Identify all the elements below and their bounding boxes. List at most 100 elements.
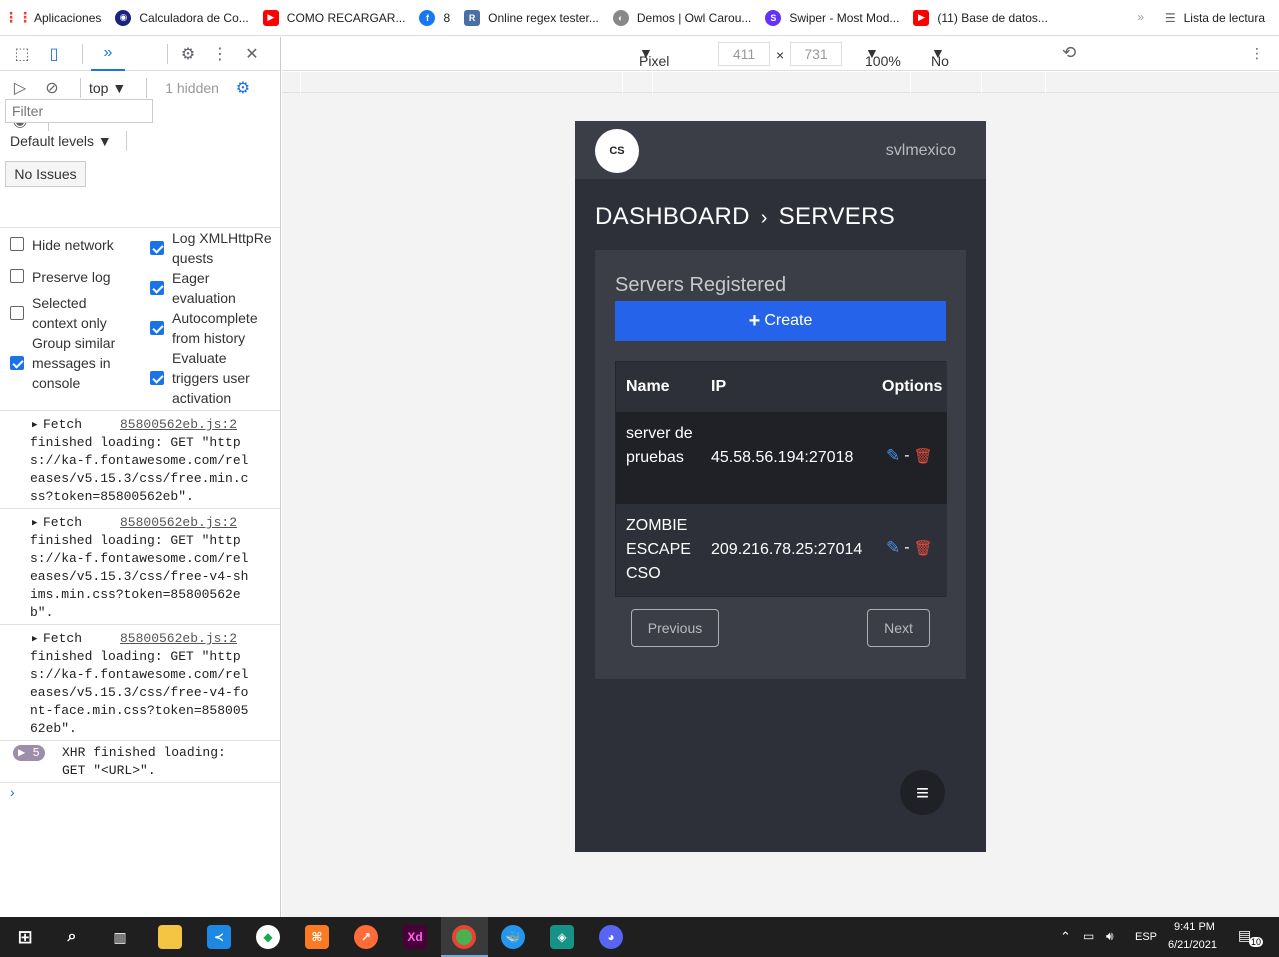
vscode-icon[interactable]: ≺ xyxy=(207,925,231,949)
width-input[interactable]: 411 xyxy=(718,42,770,66)
servers-card: Servers Registered + Create Name IP Opti… xyxy=(595,250,966,679)
zoom-select[interactable]: 100% ▼ xyxy=(865,45,901,69)
file-explorer-icon[interactable] xyxy=(158,925,182,949)
bookmark-youtube-db[interactable]: ▶ (11) Base de datos... xyxy=(913,9,1048,26)
selected-context-checkbox[interactable] xyxy=(10,306,24,320)
chevron-right-icon: › xyxy=(760,207,768,229)
xampp-icon[interactable]: ⌘ xyxy=(305,925,329,949)
docker-icon[interactable]: 🐳 xyxy=(501,925,525,949)
device-select[interactable]: Pixel 2 ▼ xyxy=(639,45,669,85)
evaluate-triggers-checkbox[interactable] xyxy=(150,371,164,385)
breadcrumb: DASHBOARD › SERVERS xyxy=(595,203,895,231)
console-settings-icon[interactable]: ⚙ xyxy=(231,76,255,100)
throttling-select[interactable]: No throttling ▼ xyxy=(931,45,985,85)
task-view-icon[interactable]: ▥ xyxy=(108,925,132,949)
network-icon[interactable]: ▭ xyxy=(1083,929,1094,943)
source-link[interactable]: 85800562eb.js:2 xyxy=(120,514,237,532)
log-levels-select[interactable]: Default levels ▼ xyxy=(10,133,112,149)
postman-icon[interactable]: ↗ xyxy=(354,925,378,949)
inspect-element-icon[interactable]: ⬚ xyxy=(10,42,34,66)
input-language[interactable]: ESP xyxy=(1135,931,1157,943)
search-icon[interactable]: ⌕ xyxy=(60,925,84,949)
menu-fab-hamburger-icon[interactable]: ≡ xyxy=(900,770,945,815)
divider xyxy=(126,131,127,151)
sidebar-toggle-icon[interactable]: ▷ xyxy=(8,76,32,100)
more-tabs-icon[interactable]: » xyxy=(91,37,125,71)
plus-icon: + xyxy=(748,309,761,332)
autocomplete-checkbox[interactable] xyxy=(150,321,164,335)
server-name: ZOMBIE ESCAPE CSO xyxy=(626,517,691,582)
log-text: finished loading: GET "https://ka-f.font… xyxy=(30,533,249,620)
group-similar-checkbox[interactable] xyxy=(10,356,24,370)
clock-date[interactable]: 6/21/2021 xyxy=(1168,939,1217,951)
regex-icon: R xyxy=(464,9,481,26)
trash-icon[interactable]: 🗑 xyxy=(914,447,933,465)
breadcrumb-dashboard[interactable]: DASHBOARD xyxy=(595,203,750,230)
kebab-menu-icon[interactable]: ⋮ xyxy=(208,42,232,66)
repeat-count-badge[interactable]: ▶ 5 xyxy=(13,745,45,761)
discord-icon[interactable]: ◕ xyxy=(599,925,623,949)
header-ip: IP xyxy=(711,378,727,395)
no-issues-button[interactable]: No Issues xyxy=(5,161,86,187)
log-xhr-checkbox[interactable] xyxy=(150,241,164,255)
previous-button[interactable]: Previous xyxy=(631,609,719,647)
console-prompt-icon[interactable]: › xyxy=(10,784,15,800)
header-name: Name xyxy=(626,378,670,395)
bookmark-swiper[interactable]: S Swiper - Most Mod... xyxy=(765,9,899,26)
header-options: Options xyxy=(882,378,943,395)
clock-time[interactable]: 9:41 PM xyxy=(1174,921,1215,933)
expand-triangle-icon[interactable]: ▶ xyxy=(32,514,37,532)
bookmark-apps[interactable]: ⋮⋮ Aplicaciones xyxy=(4,9,101,26)
rotate-icon[interactable]: ⟲ xyxy=(1062,43,1076,63)
hide-network-checkbox[interactable] xyxy=(10,237,24,251)
expand-triangle-icon[interactable]: ▶ xyxy=(32,630,37,648)
chrome-icon[interactable] xyxy=(452,925,476,949)
bookmark-youtube-recargar[interactable]: ▶ COMO RECARGAR... xyxy=(262,9,405,26)
device-toolbar-icon[interactable]: ▯ xyxy=(42,42,66,66)
create-button[interactable]: + Create xyxy=(615,301,946,341)
calculator-site-icon: ◉ xyxy=(115,9,132,26)
reading-list[interactable]: ☰ Lista de lectura xyxy=(1165,0,1265,36)
next-button[interactable]: Next xyxy=(867,609,930,647)
youtube-icon: ▶ xyxy=(262,9,279,26)
source-link[interactable]: 85800562eb.js:2 xyxy=(120,416,237,434)
windows-start-icon[interactable]: ⊞ xyxy=(13,925,37,949)
username[interactable]: svlmexico xyxy=(886,142,956,160)
clear-console-icon[interactable]: ⊘ xyxy=(40,76,64,100)
close-icon[interactable]: ✕ xyxy=(240,42,264,66)
expand-triangle-icon[interactable]: ▶ xyxy=(32,416,37,434)
preserve-log-label: Preserve log xyxy=(32,269,111,285)
facebook-icon: f xyxy=(419,9,436,26)
row-actions: ✎ - 🗑 xyxy=(886,446,933,466)
selected-context-label: Selected context only xyxy=(32,295,107,331)
trash-icon[interactable]: 🗑 xyxy=(914,539,933,557)
edit-icon[interactable]: ✎ xyxy=(886,538,900,558)
bookmark-calculator[interactable]: ◉ Calculadora de Co... xyxy=(115,9,249,26)
height-input[interactable]: 731 xyxy=(790,42,842,66)
cs-logo-icon[interactable]: CS xyxy=(595,129,639,173)
context-select[interactable]: top ▼ xyxy=(89,80,126,96)
adobe-xd-icon[interactable]: Xd xyxy=(403,925,427,949)
console-filter-input[interactable] xyxy=(5,99,153,123)
bookmark-regex[interactable]: R Online regex tester... xyxy=(464,9,599,26)
table-row: server de pruebas 45.58.56.194:27018 ✎ - 🗑 xyxy=(616,412,947,504)
edit-icon[interactable]: ✎ xyxy=(886,446,900,466)
separator: - xyxy=(904,539,910,556)
preserve-log-checkbox[interactable] xyxy=(10,269,24,283)
log-text: finished loading: GET "https://ka-f.font… xyxy=(30,649,249,736)
windows-taskbar: ⊞ ⌕ ▥ ≺ ◆ ⌘ ↗ Xd 🐳 ◈ ◕ ⌃ ▭ 🔊︎ ESP 9:41 P… xyxy=(0,917,1279,957)
bookmark-owl[interactable]: ◐ Demos | Owl Carou... xyxy=(612,9,751,26)
source-link[interactable]: 85800562eb.js:2 xyxy=(120,630,237,648)
gitkraken-icon[interactable]: ◈ xyxy=(550,925,574,949)
bookmark-facebook[interactable]: f 8 xyxy=(419,9,450,26)
eager-eval-checkbox[interactable] xyxy=(150,281,164,295)
kebab-menu-icon[interactable]: ⋮ xyxy=(1250,45,1264,62)
chevron-up-icon[interactable]: ⌃ xyxy=(1060,929,1071,945)
mongodb-compass-icon[interactable]: ◆ xyxy=(256,925,280,949)
more-bookmarks-button[interactable]: » xyxy=(1137,10,1144,24)
settings-gear-icon[interactable]: ⚙ xyxy=(176,42,200,66)
table-row: ZOMBIE ESCAPE CSO 209.216.78.25:27014 ✎ -… xyxy=(616,504,947,596)
divider xyxy=(0,782,280,783)
volume-icon[interactable]: 🔊︎ xyxy=(1106,929,1114,944)
hide-network-label: Hide network xyxy=(32,237,114,253)
